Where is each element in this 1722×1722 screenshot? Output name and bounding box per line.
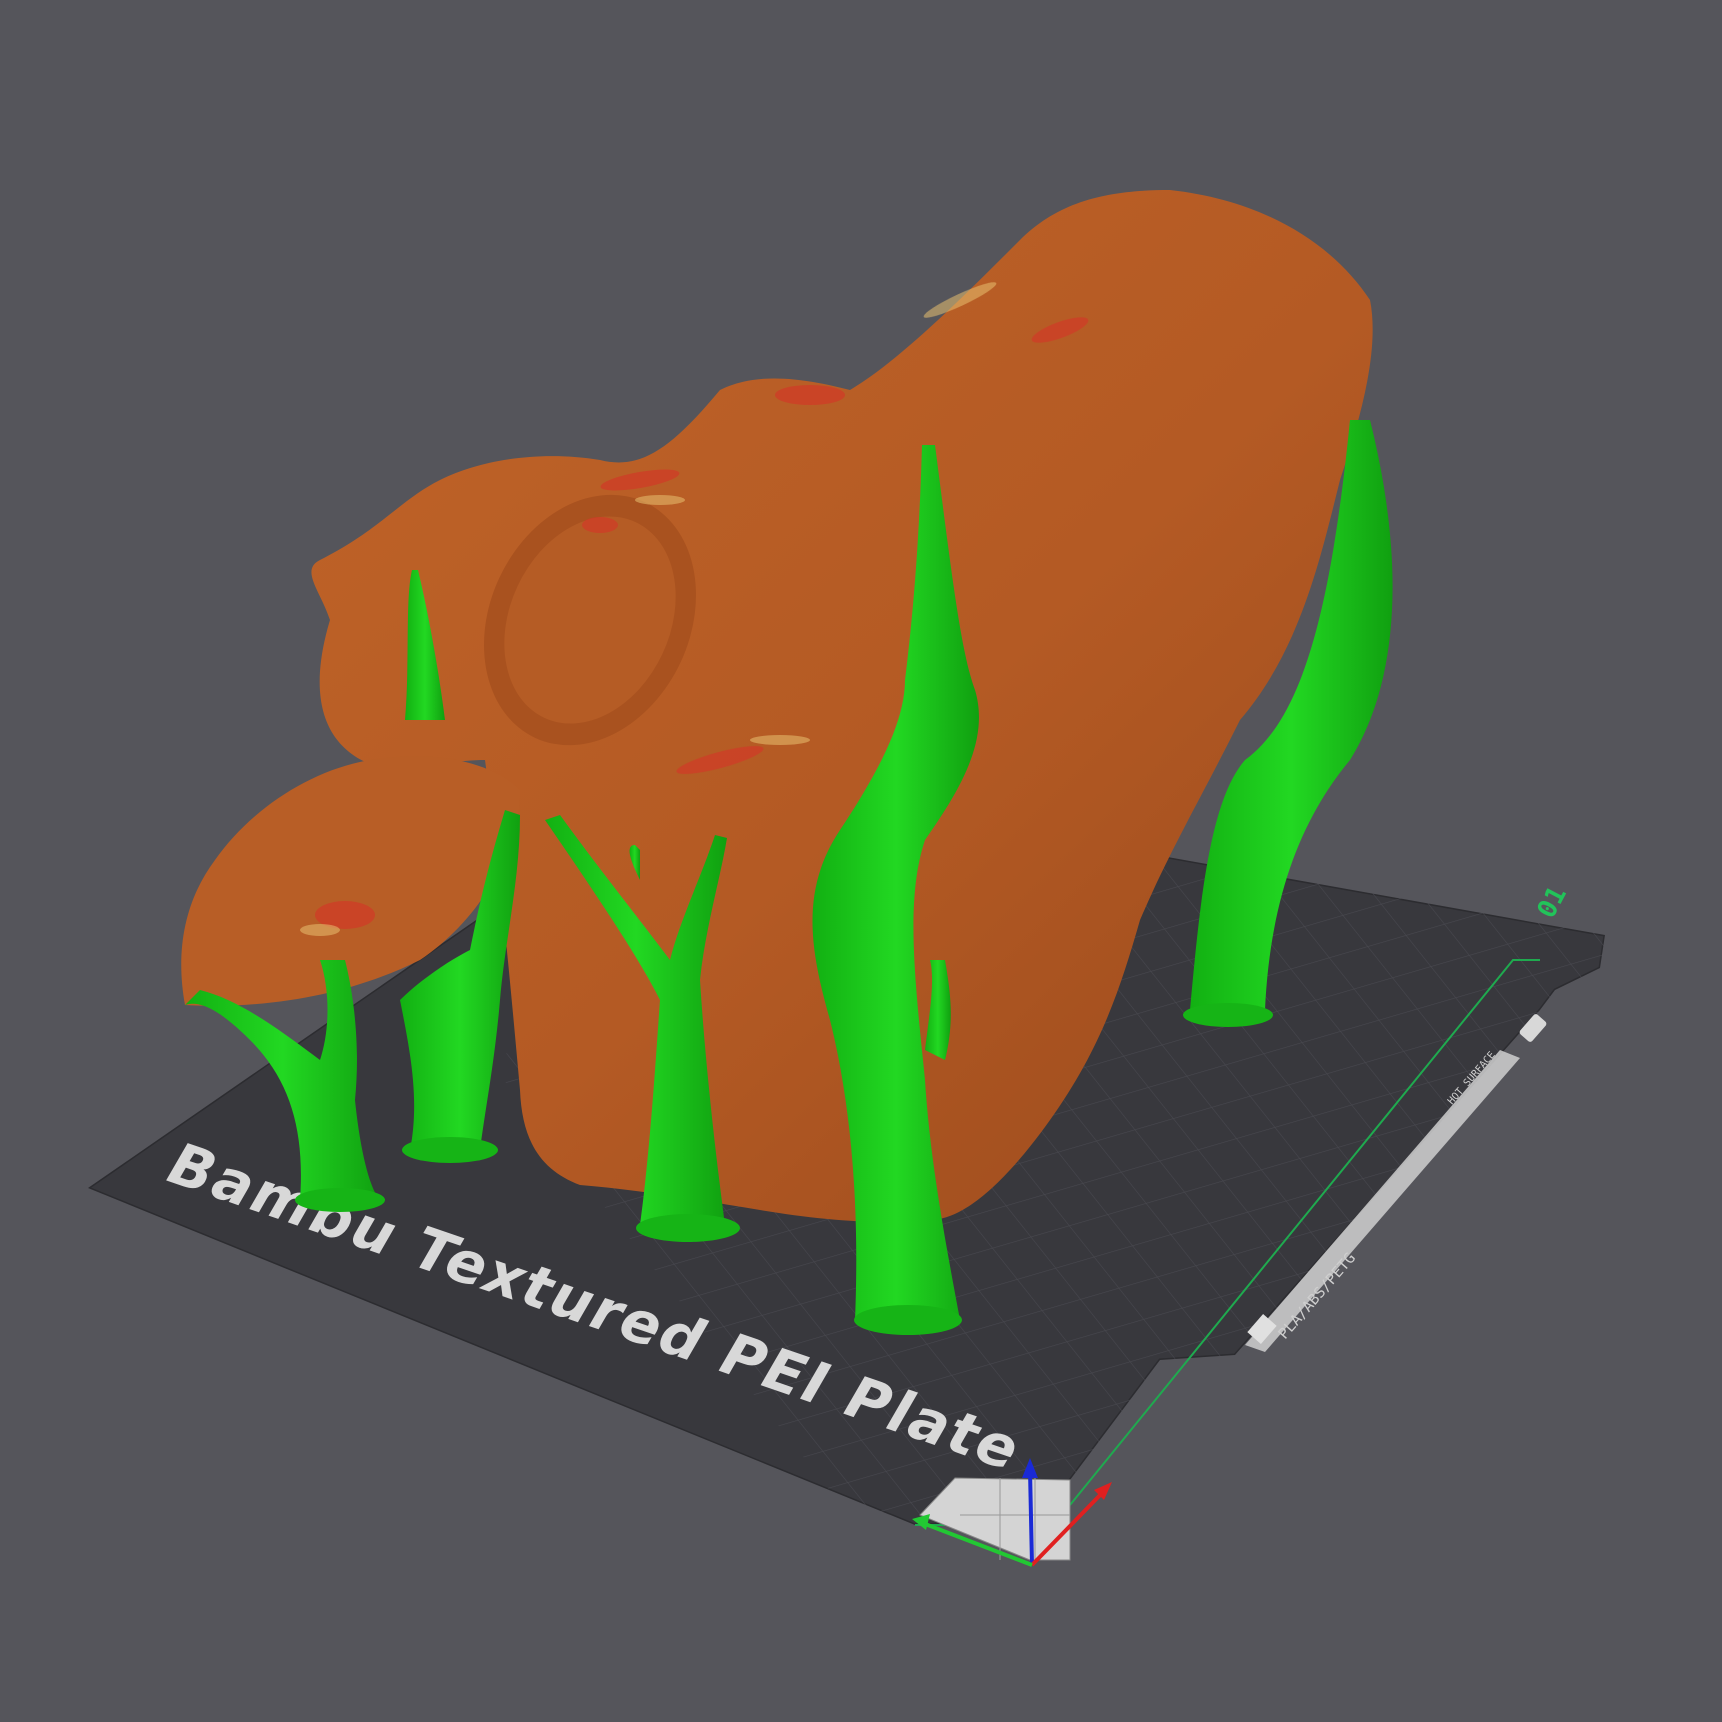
scene-canvas[interactable]: Bambu Textured PEI Plate 01 PLA/ABS/PETG… — [0, 0, 1722, 1722]
3d-viewport[interactable]: Bambu Textured PEI Plate 01 PLA/ABS/PETG… — [0, 0, 1722, 1722]
